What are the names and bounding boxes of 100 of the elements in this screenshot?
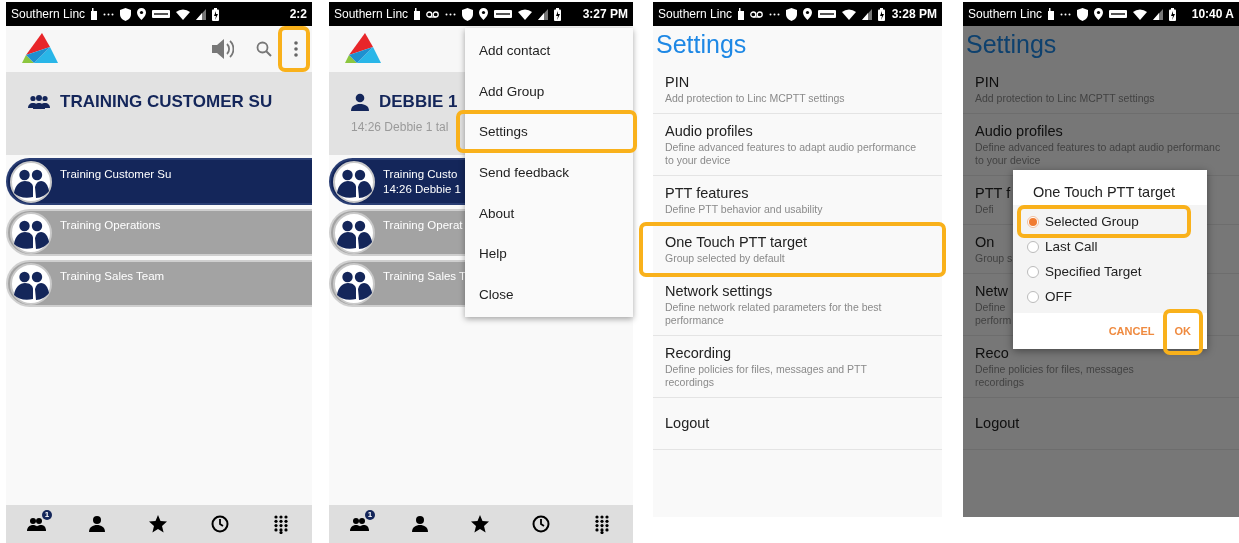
preference-description: Define policies for files, messages and PTT [665, 363, 867, 376]
preference-title: Audio profiles [975, 122, 1063, 141]
more-dots-icon [103, 12, 115, 16]
signal-icon [1153, 8, 1164, 20]
option-label: Specified Target [1045, 264, 1142, 279]
logo-icon [343, 33, 381, 65]
clock-time: 3:28 PM [891, 7, 937, 21]
carrier-name: Southern Linc [968, 7, 1043, 21]
radio-button[interactable] [1027, 265, 1039, 278]
star-icon[interactable] [471, 514, 491, 534]
preference-title: Logout [665, 414, 710, 433]
clock-icon[interactable] [210, 514, 230, 534]
walkie-talkie-icon [91, 8, 98, 20]
menu-item[interactable]: Send feedback [465, 152, 633, 193]
last-activity-text: 14:26 Debbie 1 [383, 183, 461, 195]
preference-title: On [975, 233, 995, 252]
battery-icon [878, 7, 886, 21]
clock-time: 2:2 [289, 7, 307, 21]
preference-row[interactable]: One Touch PTT target Group selected by default [653, 225, 942, 274]
shield-icon [786, 7, 798, 21]
menu-item[interactable]: About [465, 192, 633, 234]
carrier-name: Southern Linc [334, 7, 409, 21]
last-activity-text: 14:26 Debbie 1 tal [351, 120, 449, 134]
preference-description: Group selected by default [665, 252, 785, 265]
count-badge: 1 [364, 509, 375, 520]
search-icon[interactable] [256, 41, 272, 57]
preference-title: PTT features [665, 184, 749, 203]
location-pin-icon [803, 8, 813, 20]
carrier-name: Southern Linc [11, 7, 86, 21]
radio-button[interactable] [1027, 290, 1039, 303]
preference-title: Audio profiles [665, 122, 753, 141]
group-avatar-icon [10, 263, 52, 305]
more-dots-icon [769, 12, 781, 16]
signal-icon [538, 8, 549, 20]
vowifi-icon [1109, 10, 1128, 18]
clock-time: 3:27 PM [582, 7, 628, 21]
battery-icon [554, 7, 562, 21]
group-avatar-icon [10, 161, 52, 203]
preference-row[interactable]: Audio profiles Define advanced features to adapt audio performance to your device [653, 114, 942, 176]
shield-icon [462, 7, 474, 21]
wifi-icon [518, 8, 533, 20]
clock-icon[interactable] [532, 514, 552, 534]
person-icon [351, 93, 369, 111]
menu-item[interactable]: Add contact [465, 30, 633, 71]
radio-button[interactable] [1027, 240, 1039, 253]
wifi-icon [176, 8, 191, 20]
option-label: Selected Group [1045, 214, 1139, 229]
preference-row[interactable]: Network settings Define network related parameters for the best performance [653, 274, 942, 336]
vowifi-icon [494, 10, 513, 18]
wifi-icon [842, 8, 857, 20]
preference-title: PIN [665, 73, 690, 92]
walkie-talkie-icon [414, 8, 421, 20]
menu-item[interactable]: Add Group [465, 70, 633, 112]
shield-icon [1077, 7, 1089, 21]
person-icon[interactable] [88, 514, 108, 534]
preference-title: One Touch PTT target [665, 233, 808, 252]
dialpad-icon[interactable] [271, 514, 291, 534]
star-icon[interactable] [149, 514, 169, 534]
menu-item[interactable]: Close [465, 274, 633, 315]
preference-description: to your device [665, 154, 731, 167]
preference-title: Network settings [665, 282, 773, 301]
battery-icon [1169, 7, 1177, 21]
preference-title: Reco [975, 344, 1009, 363]
option-label: Last Call [1045, 239, 1098, 254]
person-icon[interactable] [410, 514, 430, 534]
more-dots-icon [1060, 12, 1072, 16]
carrier-name: Southern Linc [658, 7, 733, 21]
preference-title: PTT f [975, 184, 1011, 203]
group-name: Training Operat [383, 219, 463, 231]
preference-title: Logout [975, 414, 1020, 433]
radio-button[interactable] [1027, 215, 1039, 228]
preference-row[interactable]: Logout [963, 398, 1239, 450]
header-title: TRAINING CUSTOMER SU [60, 92, 273, 112]
page-title: Settings [655, 29, 747, 60]
preference-row[interactable]: PIN Add protection to Linc MCPTT settings [653, 65, 942, 114]
location-pin-icon [479, 8, 489, 20]
group-avatar-icon [10, 212, 52, 254]
preference-description: Define advanced features to adapt audio performance [665, 141, 916, 154]
menu-item[interactable]: Settings [465, 111, 633, 153]
header-title: DEBBIE 1 [379, 92, 458, 112]
preference-title: Netw [975, 282, 1009, 301]
walkie-talkie-icon [1048, 8, 1055, 20]
group-icon [28, 95, 50, 109]
menu-item[interactable]: Help [465, 233, 633, 275]
dialog-title: One Touch PTT target [1032, 183, 1176, 202]
location-pin-icon [137, 8, 147, 20]
walkie-talkie-icon [738, 8, 745, 20]
wifi-icon [1133, 8, 1148, 20]
preference-description: performance [665, 314, 724, 327]
speaker-icon[interactable] [212, 39, 234, 59]
preference-description: Define network related parameters for the best [665, 301, 882, 314]
location-pin-icon [1094, 8, 1104, 20]
vowifi-icon [152, 10, 171, 18]
preference-row[interactable]: Logout [653, 398, 942, 450]
clock-time: 10:40 A [1191, 7, 1234, 21]
more-menu-icon[interactable] [294, 41, 298, 57]
preference-row[interactable]: Recording Define policies for files, messages and PTT recordings [653, 336, 942, 398]
option-label: OFF [1045, 289, 1072, 304]
group-list-item[interactable]: Training Customer Su [6, 158, 312, 205]
preference-row[interactable]: PTT features Define PTT behavior and usability [653, 176, 942, 225]
